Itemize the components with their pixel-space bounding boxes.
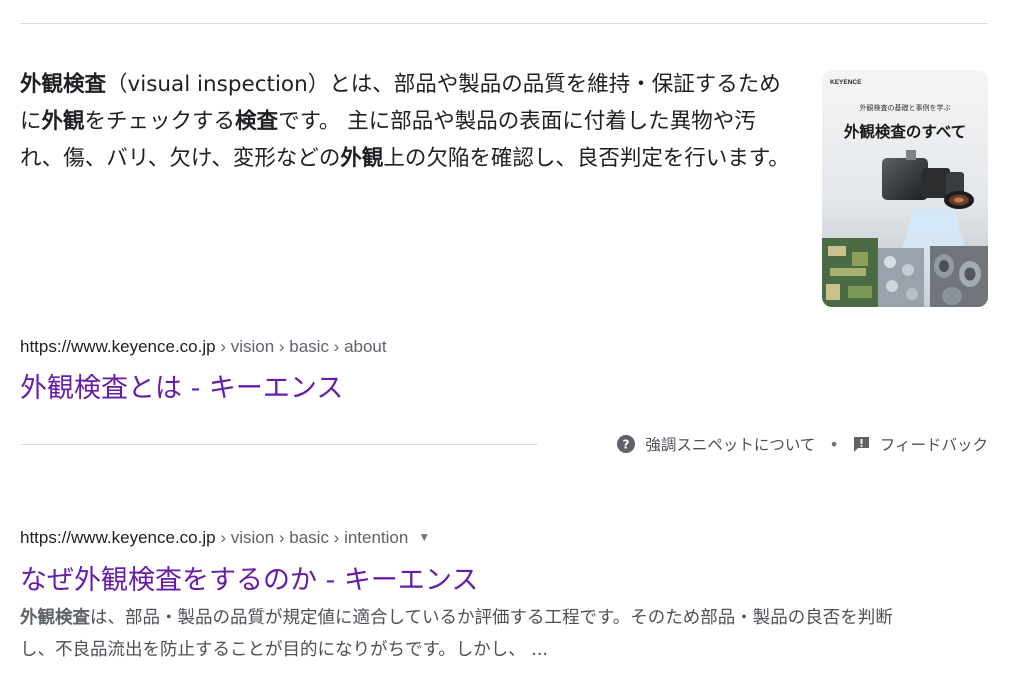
result-url[interactable]: https://www.keyence.co.jp › vision › bas… xyxy=(20,528,430,548)
footer-separator: • xyxy=(829,434,839,454)
url-breadcrumb: › vision › basic › intention xyxy=(215,528,409,547)
about-featured-snippets-label: 強調スニペットについて xyxy=(645,436,816,454)
featured-snippet-text: 外観検査（visual inspection）とは、部品や製品の品質を維持・保証… xyxy=(20,66,795,177)
highlighted-term: 外観 xyxy=(340,146,384,171)
url-breadcrumb: › vision › basic › about xyxy=(215,337,387,356)
result-title-link[interactable]: なぜ外観検査をするのか - キーエンス xyxy=(20,558,478,597)
metal-parts-image xyxy=(878,246,988,307)
highlighted-term: 外観検査 xyxy=(20,72,107,97)
featured-result-url[interactable]: https://www.keyence.co.jp › vision › bas… xyxy=(20,337,387,357)
thumbnail-headline: 外観検査のすべて xyxy=(844,122,966,141)
circuit-board-image xyxy=(822,238,878,307)
feedback-label: フィードバック xyxy=(879,436,988,454)
feedback-icon xyxy=(853,436,869,452)
top-divider xyxy=(20,23,988,24)
svg-text:?: ? xyxy=(623,438,630,452)
thumbnail-caption: 外観検査の基礎と事例を学ぶ xyxy=(860,103,951,112)
highlighted-term: 外観 xyxy=(41,109,85,134)
highlighted-term: 外観検査 xyxy=(20,608,90,628)
text-segment: は、部品・製品の品質が規定値に適合しているか評価する工程です。そのため部品・製品… xyxy=(20,608,893,660)
thumbnail-brand: KEYENCE xyxy=(830,79,862,86)
url-domain: https://www.keyence.co.jp xyxy=(20,337,216,356)
text-segment: をチェックする xyxy=(84,109,236,134)
feedback-link[interactable]: フィードバック xyxy=(853,433,988,455)
caret-down-icon[interactable]: ▼ xyxy=(418,530,430,544)
snippet-divider xyxy=(20,444,538,445)
about-featured-snippets-link[interactable]: ? 強調スニペットについて xyxy=(617,433,815,455)
text-segment: 上の欠陥を確認し、良否判定を行います。 xyxy=(383,146,790,171)
featured-snippet-footer: ? 強調スニペットについて • フィードバック xyxy=(617,431,988,457)
featured-result-title-link[interactable]: 外観検査とは - キーエンス xyxy=(20,366,343,405)
result-snippet-text: 外観検査は、部品・製品の品質が規定値に適合しているか評価する工程です。そのため部… xyxy=(20,602,920,666)
help-circle-icon: ? xyxy=(617,435,636,453)
highlighted-term: 検査 xyxy=(235,109,279,134)
featured-snippet-thumbnail[interactable]: KEYENCE 外観検査の基礎と事例を学ぶ 外観検査のすべて xyxy=(822,70,988,307)
url-domain: https://www.keyence.co.jp xyxy=(20,528,216,547)
